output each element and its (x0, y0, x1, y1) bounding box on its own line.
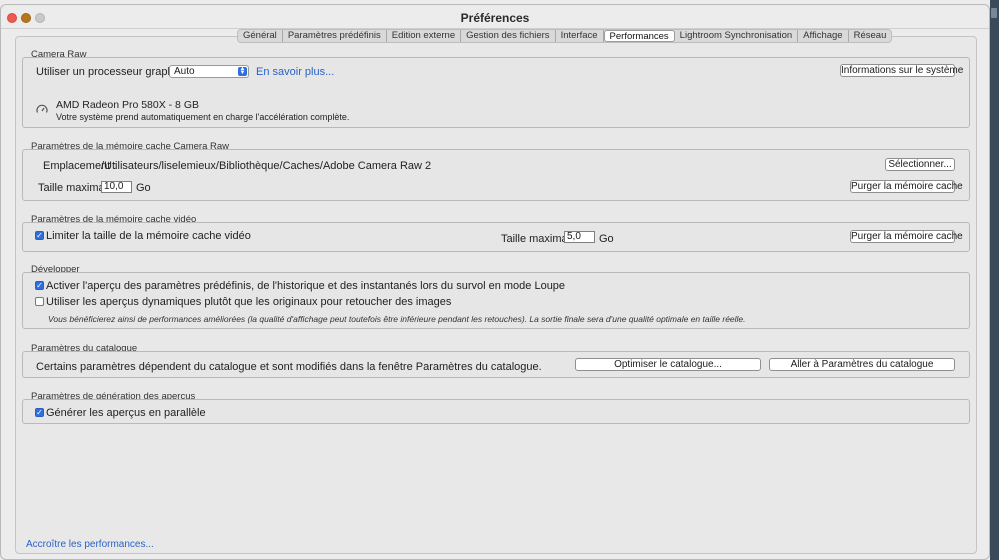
smart-previews-label: Utiliser les aperçus dynamiques plutôt q… (46, 296, 452, 308)
title-bar: Préférences (1, 5, 989, 29)
gpu-name: AMD Radeon Pro 580X - 8 GB (56, 99, 199, 111)
preferences-tabs: Général Paramètres prédéfinis Edition ex… (237, 29, 893, 43)
tab-file-handling[interactable]: Gestion des fichiers (461, 30, 556, 42)
video-cache-max-size-input[interactable]: 5,0 (564, 231, 595, 243)
video-cache-unit: Go (599, 233, 614, 245)
gpu-description: Votre système prend automatiquement en c… (56, 112, 350, 122)
background-window-chip (991, 8, 997, 18)
optimize-catalog-button[interactable]: Optimiser le catalogue... (575, 358, 761, 371)
tab-general[interactable]: Général (238, 30, 283, 42)
tab-presets[interactable]: Paramètres prédéfinis (283, 30, 387, 42)
catalog-description: Certains paramètres dépendent du catalog… (36, 361, 542, 373)
parallel-previews-label: Générer les aperçus en parallèle (46, 407, 206, 419)
learn-more-link[interactable]: En savoir plus... (256, 66, 334, 78)
hover-preview-checkbox[interactable]: ✓ (35, 281, 44, 290)
gpu-select[interactable]: Auto ▲ ▼ (169, 65, 249, 78)
tab-external-editing[interactable]: Edition externe (387, 30, 462, 42)
raw-cache-box (22, 149, 970, 201)
gpu-select-value: Auto (174, 66, 195, 77)
purge-raw-cache-button[interactable]: Purger la mémoire cache (850, 180, 963, 193)
tab-lightroom-sync[interactable]: Lightroom Synchronisation (675, 30, 799, 42)
raw-cache-max-size-input[interactable]: 10,0 (101, 181, 132, 193)
system-info-button[interactable]: Informations sur le système (840, 64, 963, 77)
limit-video-cache-label: Limiter la taille de la mémoire cache vi… (46, 230, 251, 242)
tab-interface[interactable]: Interface (556, 30, 604, 42)
catalog-settings-button[interactable]: Aller à Paramètres du catalogue (769, 358, 955, 371)
tab-network[interactable]: Réseau (849, 30, 892, 42)
gauge-icon (36, 104, 48, 113)
smart-previews-checkbox[interactable] (35, 297, 44, 306)
tab-display[interactable]: Affichage (798, 30, 849, 42)
purge-video-cache-button[interactable]: Purger la mémoire cache (850, 230, 963, 243)
location-path: /Utilisateurs/liselemieux/Bibliothèque/C… (101, 160, 432, 172)
smart-previews-note: Vous bénéficierez ainsi de performances … (48, 314, 746, 324)
select-arrows-icon: ▲ ▼ (238, 66, 247, 76)
raw-cache-unit: Go (136, 182, 151, 194)
limit-video-cache-checkbox[interactable]: ✓ (35, 231, 44, 240)
window-title: Préférences (460, 11, 530, 25)
parallel-previews-checkbox[interactable]: ✓ (35, 408, 44, 417)
select-location-button[interactable]: Sélectionner... (885, 158, 955, 171)
tab-performances[interactable]: Performances (603, 30, 675, 42)
improve-performance-link[interactable]: Accroître les performances... (26, 539, 154, 550)
hover-preview-label: Activer l'aperçu des paramètres prédéfin… (46, 280, 566, 292)
background-window-edge (990, 0, 999, 560)
